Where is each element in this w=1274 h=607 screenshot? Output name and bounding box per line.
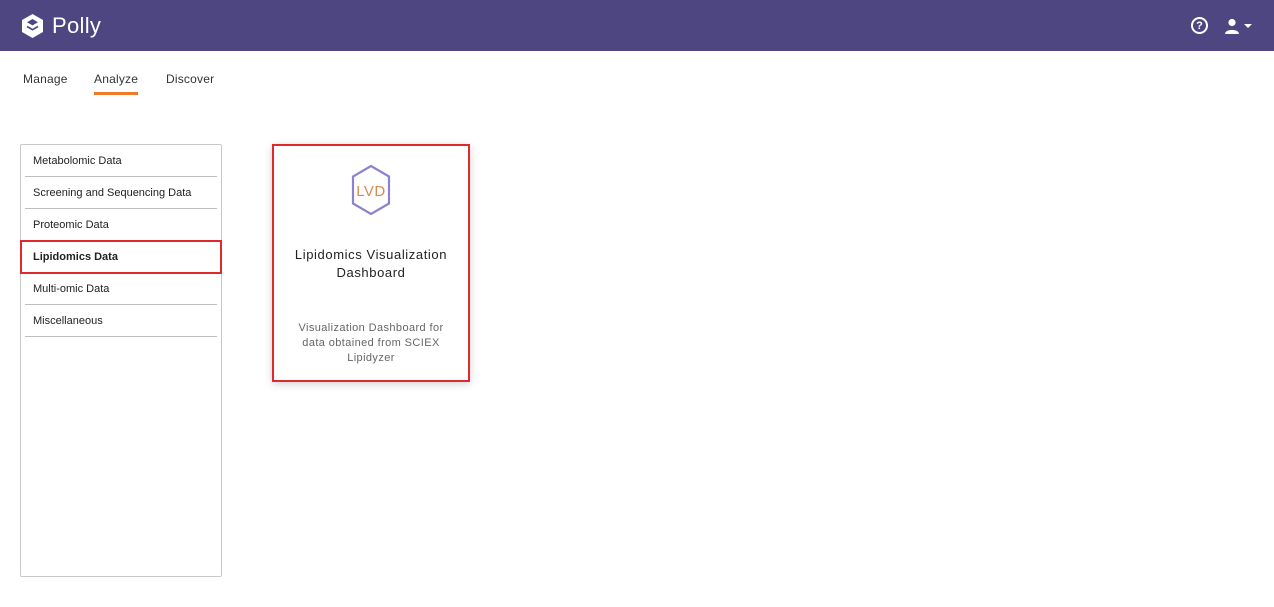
category-item-multi-omic[interactable]: Multi-omic Data	[25, 273, 217, 305]
brand-home-link[interactable]: Polly	[22, 13, 101, 39]
app-description: Visualization Dashboard for data obtaine…	[298, 322, 444, 364]
polly-logo-icon	[22, 13, 43, 38]
category-item-screening-sequencing[interactable]: Screening and Sequencing Data	[25, 177, 217, 209]
lvd-hexagon-icon: LVD	[351, 164, 391, 216]
topbar-actions: ?	[1191, 0, 1252, 51]
question-circle-icon[interactable]: ?	[1191, 17, 1208, 34]
app-title: Lipidomics Visualization Dashboard	[294, 247, 448, 280]
user-menu-button[interactable]	[1224, 18, 1252, 34]
chevron-down-icon	[1244, 23, 1252, 28]
category-item-miscellaneous[interactable]: Miscellaneous	[25, 305, 217, 337]
brand-name: Polly	[52, 12, 102, 38]
category-list: Metabolomic Data Screening and Sequencin…	[20, 144, 222, 577]
tab-analyze[interactable]: Analyze	[94, 72, 139, 95]
category-item-proteomic[interactable]: Proteomic Data	[25, 209, 217, 241]
category-item-lipidomics[interactable]: Lipidomics Data	[20, 240, 222, 274]
top-bar: Polly ?	[0, 0, 1274, 51]
app-icon-text: LVD	[356, 183, 386, 200]
category-item-metabolomic[interactable]: Metabolomic Data	[25, 145, 217, 177]
tab-discover[interactable]: Discover	[166, 72, 214, 95]
tab-manage[interactable]: Manage	[23, 72, 68, 95]
main-nav: Manage Analyze Discover	[0, 51, 1274, 101]
app-card-lipidomics-dashboard[interactable]: LVD Lipidomics Visualization Dashboard V…	[272, 144, 470, 382]
user-icon	[1225, 18, 1239, 34]
